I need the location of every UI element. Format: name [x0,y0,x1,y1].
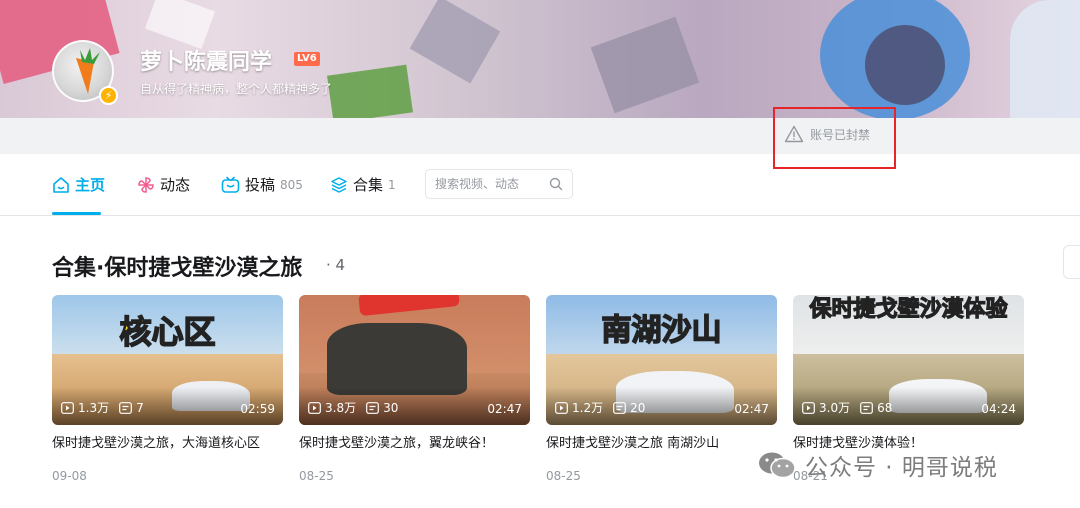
side-expand-button[interactable] [1063,245,1080,279]
play-count-icon [555,401,568,414]
play-count-icon [308,401,321,414]
video-title[interactable]: 保时捷戈壁沙漠之旅，翼龙峡谷！ [299,435,530,453]
play-count-icon [802,401,815,414]
watermark: 公众号 · 明哥说税 [757,448,998,482]
view-stat: 1.3万 [61,399,109,416]
comment-stat: 7 [119,401,144,415]
wechat-icon [759,452,796,479]
video-stats: 1.2万 20 [555,399,645,416]
tab-collections-label: 合集 [353,176,384,194]
video-thumbnail[interactable]: 保时捷戈壁沙漠体验 3.0万 68 04:24 [793,295,1024,425]
video-date: 09-08 [52,469,87,483]
comment-count: 7 [136,400,144,415]
video-card[interactable]: 3.8万 30 02:47 保时捷戈壁沙漠之旅，翼龙峡谷！ 08-25 [299,295,530,483]
home-icon [53,176,69,193]
comment-count-icon [119,401,132,414]
comment-stat: 68 [860,401,892,415]
profile-nav: 主页 动态 投稿 805 合集 1 [0,154,1080,216]
video-duration: 04:24 [981,402,1016,416]
tab-home-label: 主页 [75,176,106,194]
comment-count: 68 [877,400,893,415]
play-count-icon [61,401,74,414]
tab-collections-count: 1 [388,177,396,192]
search-icon[interactable] [549,177,563,191]
view-count: 1.2万 [572,401,604,415]
video-stats: 1.3万 7 [61,399,144,416]
tab-collections[interactable]: 合集 1 [330,174,396,195]
video-duration: 02:59 [240,402,275,416]
banner-rabbit-shape [1010,0,1080,118]
windmill-icon [138,176,154,193]
video-date: 08-25 [299,469,334,483]
level-badge: LV6 [294,52,320,66]
comment-count-icon [860,401,873,414]
search-input[interactable] [435,177,549,191]
video-thumbnail[interactable]: 核心区 1.3万 7 02:59 [52,295,283,425]
comment-count-icon [366,401,379,414]
search-box [425,169,573,199]
video-title[interactable]: 保时捷戈壁沙漠之旅 南湖沙山 [546,435,777,453]
info-strip [0,118,1080,154]
thumb-caption: 南湖沙山 [601,312,723,349]
active-tab-indicator [52,212,101,215]
user-sign: 自从得了精神病，整个人都精神多了 [140,82,333,96]
layers-icon [331,176,347,193]
comment-count-icon [613,401,626,414]
banner-bear-shape [865,25,945,105]
collection-title[interactable]: 合集·保时捷戈壁沙漠之旅 [52,250,302,282]
banner-gift-shape-2 [327,64,413,118]
view-count: 3.8万 [325,401,357,415]
video-thumbnail[interactable]: 南湖沙山 1.2万 20 02:47 [546,295,777,425]
view-count: 3.0万 [819,401,851,415]
banner-paper-shape-2 [409,0,501,84]
video-date: 08-25 [546,469,581,483]
thumb-caption: 保时捷戈壁沙漠体验 [809,296,1008,322]
comment-count: 30 [383,400,399,415]
comment-stat: 30 [366,401,398,415]
thumb-car [327,323,467,395]
video-duration: 02:47 [734,402,769,416]
thumb-caption: 核心区 [119,312,217,352]
comment-count: 20 [630,400,646,415]
tab-dynamics-label: 动态 [160,176,191,194]
tab-uploads[interactable]: 投稿 805 [221,174,303,195]
view-stat: 1.2万 [555,399,603,416]
view-count: 1.3万 [78,401,110,415]
video-stats: 3.0万 68 [802,399,892,416]
tv-icon [221,176,240,193]
collection-count: · 4 [326,256,346,274]
comment-stat: 20 [613,401,645,415]
collection-count-value: 4 [335,256,346,274]
tab-uploads-count: 805 [280,177,303,192]
view-stat: 3.0万 [802,399,850,416]
tab-uploads-label: 投稿 [245,176,276,194]
view-stat: 3.8万 [308,399,356,416]
video-thumbnail[interactable]: 3.8万 30 02:47 [299,295,530,425]
video-card[interactable]: 南湖沙山 1.2万 20 02:47 保时捷戈壁沙漠之旅 南湖沙山 08-25 [546,295,777,483]
video-duration: 02:47 [487,402,522,416]
video-stats: 3.8万 30 [308,399,398,416]
tab-home[interactable]: 主页 [52,174,105,195]
watermark-text: 公众号 · 明哥说税 [805,455,998,481]
lightning-badge-icon: ⚡ [99,86,118,105]
banner-paper-shape-3 [590,16,700,114]
username: 萝卜陈震同学 [140,50,273,75]
video-title[interactable]: 保时捷戈壁沙漠之旅，大海道核心区 [52,435,283,453]
tab-dynamics[interactable]: 动态 [137,174,190,195]
video-card[interactable]: 核心区 1.3万 7 02:59 保时捷戈壁沙漠之旅，大海道核心区 09-08 [52,295,283,483]
banner-paper-shape [144,0,216,50]
